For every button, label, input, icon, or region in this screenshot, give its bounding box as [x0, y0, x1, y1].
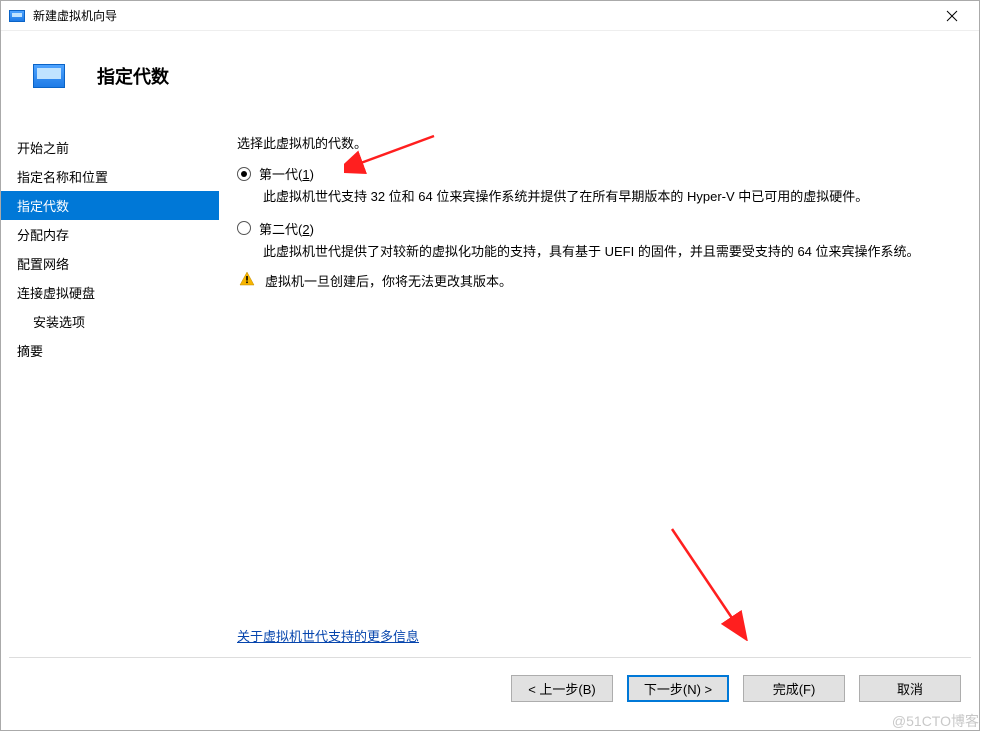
close-icon — [946, 10, 958, 22]
radio-gen2-indicator — [237, 221, 251, 235]
wizard-footer: < 上一步(B) 下一步(N) > 完成(F) 取消 — [1, 658, 979, 718]
warning-row: 虚拟机一旦创建后，你将无法更改其版本。 — [239, 271, 959, 290]
radio-gen1-indicator — [237, 167, 251, 181]
page-header: 指定代数 — [1, 31, 979, 121]
desc-gen2: 此虚拟机世代提供了对较新的虚拟化功能的支持，具有基于 UEFI 的固件，并且需要… — [263, 242, 959, 262]
sidebar-step-generation[interactable]: 指定代数 — [1, 191, 219, 220]
wizard-window: 新建虚拟机向导 指定代数 开始之前 指定名称和位置 指定代数 分配内存 配置网络… — [0, 0, 980, 731]
page-title: 指定代数 — [97, 63, 169, 89]
annotation-arrow-2 — [664, 521, 764, 641]
wizard-body: 开始之前 指定名称和位置 指定代数 分配内存 配置网络 连接虚拟硬盘 安装选项 … — [1, 121, 979, 657]
sidebar-step-vhd[interactable]: 连接虚拟硬盘 — [1, 278, 219, 307]
sidebar-step-memory[interactable]: 分配内存 — [1, 220, 219, 249]
back-button[interactable]: < 上一步(B) — [511, 675, 613, 702]
finish-button[interactable]: 完成(F) — [743, 675, 845, 702]
more-info-link[interactable]: 关于虚拟机世代支持的更多信息 — [237, 629, 419, 644]
app-icon — [9, 10, 25, 22]
next-button[interactable]: 下一步(N) > — [627, 675, 729, 702]
sidebar-step-install-options[interactable]: 安装选项 — [1, 307, 219, 336]
sidebar-step-summary[interactable]: 摘要 — [1, 336, 219, 365]
radio-gen1-label: 第一代(1) — [259, 164, 314, 183]
titlebar: 新建虚拟机向导 — [1, 1, 979, 31]
wizard-icon — [33, 64, 65, 88]
sidebar-step-before-you-begin[interactable]: 开始之前 — [1, 133, 219, 162]
wizard-content: 选择此虚拟机的代数。 第一代(1) 此虚拟机世代支持 32 位和 64 位来宾操… — [219, 121, 979, 657]
warning-icon — [239, 271, 255, 287]
cancel-button[interactable]: 取消 — [859, 675, 961, 702]
more-info-row: 关于虚拟机世代支持的更多信息 — [237, 626, 419, 645]
wizard-sidebar: 开始之前 指定名称和位置 指定代数 分配内存 配置网络 连接虚拟硬盘 安装选项 … — [1, 121, 219, 657]
window-title: 新建虚拟机向导 — [33, 7, 929, 24]
desc-gen1: 此虚拟机世代支持 32 位和 64 位来宾操作系统并提供了在所有早期版本的 Hy… — [263, 187, 959, 207]
sidebar-step-name-location[interactable]: 指定名称和位置 — [1, 162, 219, 191]
warning-text: 虚拟机一旦创建后，你将无法更改其版本。 — [265, 271, 512, 290]
radio-gen2[interactable]: 第二代(2) — [237, 219, 959, 238]
sidebar-step-network[interactable]: 配置网络 — [1, 249, 219, 278]
radio-gen1[interactable]: 第一代(1) — [237, 164, 959, 183]
prompt-text: 选择此虚拟机的代数。 — [237, 133, 959, 152]
radio-gen2-label: 第二代(2) — [259, 219, 314, 238]
close-button[interactable] — [929, 1, 975, 31]
